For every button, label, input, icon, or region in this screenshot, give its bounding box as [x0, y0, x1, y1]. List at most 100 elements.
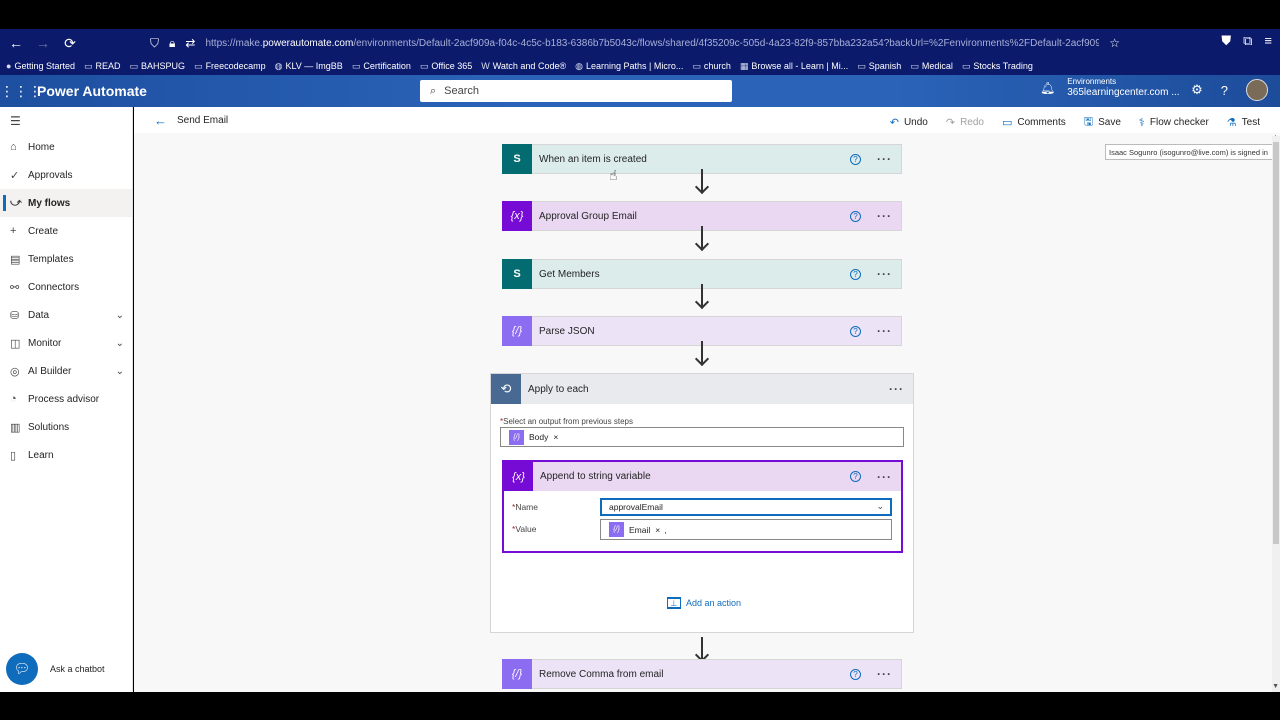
address-bar[interactable]: ⛉ 🔒︎ ⇄ https://make. powerautomate.com/en… — [150, 32, 1130, 54]
sidebar-item-connectors[interactable]: ⚯ Connectors — [0, 273, 132, 301]
bookmark-item[interactable]: ▭ Office 365 — [420, 61, 472, 72]
bookmark-item[interactable]: ● Getting Started — [6, 61, 75, 71]
sidebar-item-create[interactable]: + Create — [0, 217, 132, 245]
bookmark-item[interactable]: ▭ Certification — [352, 61, 411, 72]
chevron-down-icon[interactable]: ⌄ — [116, 338, 124, 349]
flow-designer-canvas[interactable]: ← Send Email ↶ Undo ↷ Redo ▭ Comments 🖫︎ Sav… — [134, 107, 1280, 692]
bookmark-item[interactable]: ▭ church — [692, 61, 731, 72]
help-icon[interactable]: ? — [850, 268, 861, 280]
help-icon[interactable]: ? — [850, 471, 861, 482]
back-arrow-icon[interactable]: ← — [5, 35, 27, 51]
bookmark-item[interactable]: ▭ Spanish — [857, 61, 901, 72]
app-title[interactable]: Power Automate — [37, 83, 147, 99]
chevron-down-icon[interactable]: ⌄ — [116, 310, 124, 321]
apply-to-each-header[interactable]: ⟲ Apply to each ··· — [491, 374, 913, 404]
chevron-down-icon[interactable]: ⌄ — [876, 501, 884, 512]
help-icon[interactable]: ? — [850, 153, 861, 165]
bookmark-item[interactable]: ▭ Medical — [910, 61, 953, 72]
bookmark-label: READ — [95, 61, 121, 71]
bookmark-item[interactable]: ◍ Learning Paths | Micro... — [575, 61, 683, 72]
chevron-down-icon[interactable]: ⌄ — [116, 366, 124, 377]
step-card-remove-comma[interactable]: {/} Remove Comma from email ? ··· — [502, 659, 902, 689]
bookmark-item[interactable]: ▭ READ — [84, 61, 121, 72]
hamburger-menu-icon[interactable]: ☰ — [0, 107, 132, 133]
pocket-icon[interactable]: ⛊ — [1221, 33, 1231, 49]
url-prefix: https://make. — [205, 37, 263, 49]
screen-top-black-bar — [0, 0, 1280, 29]
more-options-icon[interactable]: ··· — [877, 470, 892, 484]
sidebar-item-my-flows[interactable]: ⤻ My flows — [0, 189, 132, 217]
scrollbar-thumb[interactable] — [1273, 142, 1279, 544]
help-icon[interactable]: ? — [1221, 83, 1228, 98]
comments-button[interactable]: ▭ Comments — [1002, 113, 1066, 132]
extensions-icon[interactable]: ⧉ — [1243, 33, 1252, 49]
sidebar-item-templates[interactable]: ▤ Templates — [0, 245, 132, 273]
bookmark-item[interactable]: ◍ KLV — ImgBB — [275, 61, 343, 72]
more-options-icon[interactable]: ··· — [889, 382, 904, 396]
forward-arrow-icon[interactable]: → — [32, 35, 54, 51]
bookmark-item[interactable]: ▭ Freecodecamp — [194, 61, 266, 72]
bookmark-item[interactable]: W Watch and Code® — [481, 61, 566, 71]
avatar[interactable] — [1246, 79, 1268, 101]
more-options-icon[interactable]: ··· — [877, 267, 892, 281]
body-token-label: Body — [529, 432, 549, 442]
sidebar-item-solutions[interactable]: ▥ Solutions — [0, 413, 132, 441]
plus-icon: + — [10, 225, 17, 237]
help-icon[interactable]: ? — [850, 325, 861, 337]
sidebar-item-home[interactable]: ⌂ Home — [0, 133, 132, 161]
sidebar-item-ai-builder[interactable]: ◎ AI Builder ⌄ — [0, 357, 132, 385]
step-title: Approval Group Email — [539, 210, 637, 222]
folder-icon: ▭ — [194, 60, 203, 71]
home-icon: ⌂ — [10, 141, 17, 153]
search-input[interactable]: ⌕ Search — [420, 80, 732, 102]
sidebar-item-learn[interactable]: ▯ Learn — [0, 441, 132, 469]
value-input[interactable]: {/} Email × , — [600, 519, 892, 540]
more-options-icon[interactable]: ··· — [877, 324, 892, 338]
help-icon[interactable]: ? — [850, 668, 861, 680]
more-options-icon[interactable]: ··· — [877, 152, 892, 166]
screen-bottom-black-bar — [0, 692, 1280, 720]
append-to-string-variable-card[interactable]: {x} Append to string variable ? ··· *Nam… — [502, 460, 903, 553]
chatbot-label: Ask a chatbot — [50, 664, 105, 674]
email-token[interactable]: {/} Email × — [609, 522, 660, 537]
variable-name-dropdown[interactable]: approvalEmail ⌄ — [600, 498, 892, 516]
append-card-title: Append to string variable — [540, 471, 651, 482]
reload-icon[interactable]: ⟳ — [59, 35, 81, 52]
chatbot-icon[interactable]: 💬︎ — [6, 653, 38, 685]
environment-picker[interactable]: 🔔︎ Environments 365learningcenter.com ..… — [1040, 77, 1180, 98]
bookmark-item[interactable]: ▭ Stocks Trading — [962, 61, 1033, 72]
save-button[interactable]: 🖫︎ Save — [1084, 113, 1121, 132]
body-token[interactable]: {/} Body × — [509, 429, 558, 445]
bookmark-star-icon[interactable]: ☆ — [1109, 36, 1120, 50]
test-button[interactable]: ⚗ Test — [1227, 113, 1260, 132]
vertical-scrollbar[interactable] — [1272, 136, 1280, 692]
remove-token-icon[interactable]: × — [553, 432, 558, 442]
bookmark-label: Spanish — [868, 61, 902, 71]
append-card-header[interactable]: {x} Append to string variable ? ··· — [504, 462, 901, 491]
sidebar-item-monitor[interactable]: ◫ Monitor ⌄ — [0, 329, 132, 357]
flow-checker-button[interactable]: ⚕ Flow checker — [1139, 113, 1209, 132]
more-options-icon[interactable]: ··· — [877, 209, 892, 223]
sidebar-item-approvals[interactable]: ✓ Approvals — [0, 161, 132, 189]
bookmark-item[interactable]: ▭ BAHSPUG — [130, 61, 186, 72]
back-arrow-icon[interactable]: ← — [154, 113, 167, 128]
add-an-action-button[interactable]: ⊥ Add an action — [667, 597, 741, 609]
remove-token-icon[interactable]: × — [655, 525, 660, 535]
sidebar-item-data[interactable]: ⛁ Data ⌄ — [0, 301, 132, 329]
scroll-down-icon[interactable]: ▼ — [1272, 683, 1279, 690]
left-navigation: ☰ ⌂ Home ✓ Approvals ⤻ My flows + Create ▤ Templa… — [0, 107, 133, 692]
select-output-input[interactable]: {/} Body × — [500, 427, 904, 447]
redo-button[interactable]: ↷ Redo — [946, 113, 984, 132]
more-options-icon[interactable]: ··· — [877, 667, 892, 681]
undo-button[interactable]: ↶ Undo — [890, 113, 928, 132]
help-icon[interactable]: ? — [850, 210, 861, 222]
bookmark-label: Office 365 — [431, 61, 473, 71]
apply-to-each-container[interactable]: ⟲ Apply to each ··· *Select an output fr… — [490, 373, 914, 633]
bookmark-label: Browse all - Learn | Mi... — [751, 61, 849, 71]
chatbot-launcher[interactable]: 💬︎ Ask a chatbot — [6, 653, 105, 685]
sidebar-item-process-advisor[interactable]: ◔ Process advisor — [0, 385, 132, 413]
settings-gear-icon[interactable]: ⚙ — [1191, 82, 1203, 98]
bookmark-item[interactable]: ▦ Browse all - Learn | Mi... — [740, 61, 848, 72]
app-launcher-icon[interactable]: ⋮⋮⋮ — [0, 83, 42, 100]
menu-icon[interactable]: ≡ — [1264, 33, 1272, 49]
